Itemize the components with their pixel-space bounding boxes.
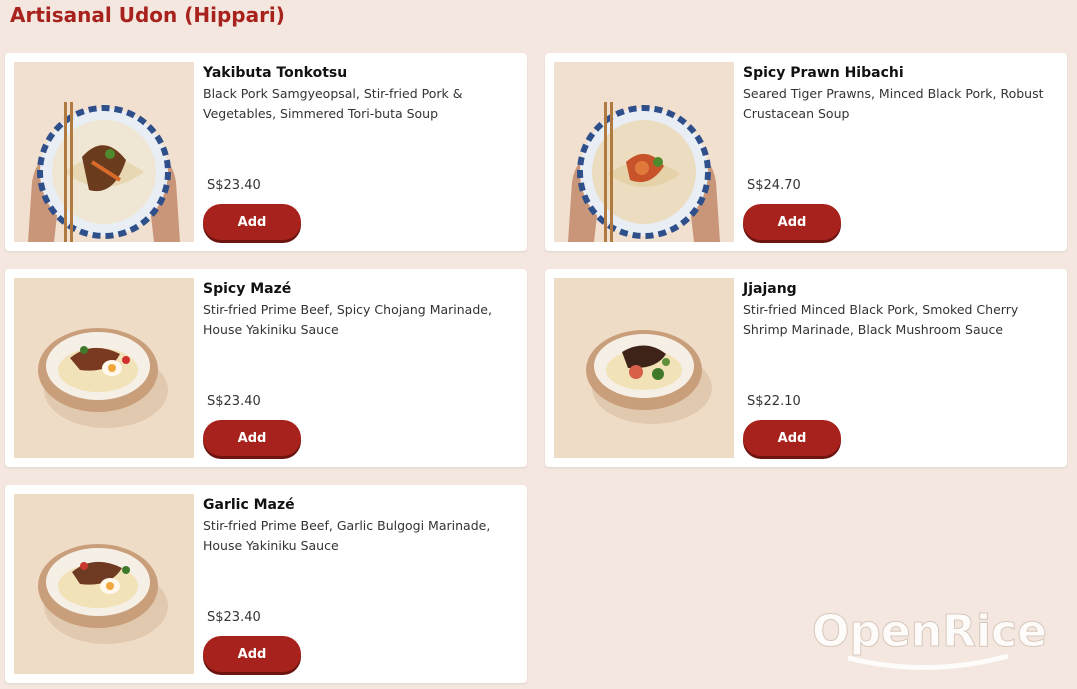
item-description: Stir-fried Minced Black Pork, Smoked Che… bbox=[743, 302, 1019, 337]
item-name: Yakibuta Tonkotsu bbox=[203, 65, 348, 81]
item-description: Black Pork Samgyeopsal, Stir-fried Pork … bbox=[203, 86, 463, 121]
add-button[interactable]: Add bbox=[203, 420, 301, 456]
menu-item-card[interactable]: Spicy Mazé Stir-fried Prime Beef, Spicy … bbox=[5, 269, 527, 467]
item-price: S$22.10 bbox=[747, 394, 801, 409]
add-button[interactable]: Add bbox=[203, 636, 301, 672]
maze-bowl-icon bbox=[554, 278, 734, 458]
watermark-text: OpenRice bbox=[812, 606, 1047, 657]
maze-bowl-icon bbox=[14, 278, 194, 458]
section-title: Artisanal Udon (Hippari) bbox=[10, 3, 285, 27]
item-name: Spicy Prawn Hibachi bbox=[743, 65, 904, 81]
menu-item-card[interactable]: Garlic Mazé Stir-fried Prime Beef, Garli… bbox=[5, 485, 527, 683]
item-description: Stir-fried Prime Beef, Garlic Bulgogi Ma… bbox=[203, 518, 491, 553]
item-description: Seared Tiger Prawns, Minced Black Pork, … bbox=[743, 86, 1044, 121]
item-name: Jjajang bbox=[743, 281, 797, 297]
maze-bowl-icon bbox=[14, 494, 194, 674]
menu-item-card[interactable]: Yakibuta Tonkotsu Black Pork Samgyeopsal… bbox=[5, 53, 527, 251]
add-button[interactable]: Add bbox=[203, 204, 301, 240]
item-price: S$23.40 bbox=[207, 610, 261, 625]
menu-item-card[interactable]: Jjajang Stir-fried Minced Black Pork, Sm… bbox=[545, 269, 1067, 467]
item-name: Spicy Mazé bbox=[203, 281, 292, 297]
udon-bowl-hands-icon bbox=[554, 62, 734, 242]
item-price: S$24.70 bbox=[747, 178, 801, 193]
item-description: Stir-fried Prime Beef, Spicy Chojang Mar… bbox=[203, 302, 492, 337]
openrice-watermark: OpenRice bbox=[808, 598, 1068, 676]
udon-bowl-hands-icon bbox=[14, 62, 194, 242]
add-button[interactable]: Add bbox=[743, 420, 841, 456]
item-name: Garlic Mazé bbox=[203, 497, 295, 513]
item-price: S$23.40 bbox=[207, 178, 261, 193]
add-button[interactable]: Add bbox=[743, 204, 841, 240]
item-price: S$23.40 bbox=[207, 394, 261, 409]
menu-item-card[interactable]: Spicy Prawn Hibachi Seared Tiger Prawns,… bbox=[545, 53, 1067, 251]
